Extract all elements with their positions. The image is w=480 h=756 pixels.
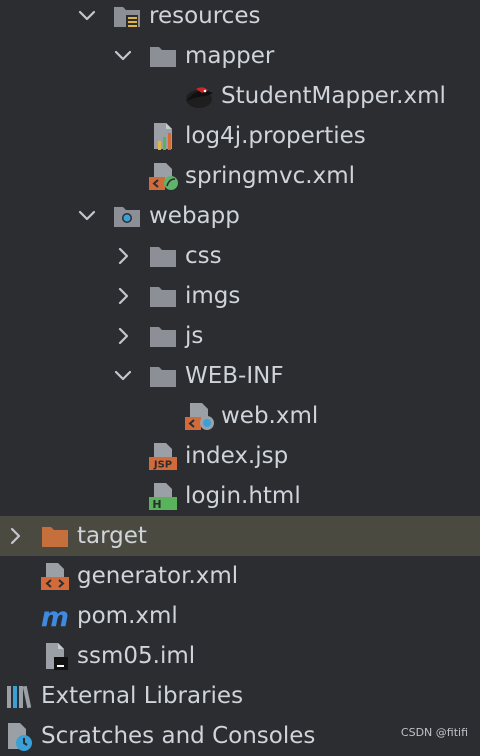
- web-folder-icon: [114, 207, 140, 227]
- tree-item-login-html[interactable]: H login.html: [0, 476, 480, 516]
- tree-item-webapp[interactable]: webapp: [0, 196, 480, 236]
- watermark: CSDN @fitifi: [400, 726, 468, 739]
- chevron-down-icon[interactable]: [111, 44, 135, 68]
- html-badge-text: H: [152, 498, 161, 511]
- web-xml-icon: [185, 403, 214, 430]
- chevron-down-icon[interactable]: [111, 364, 135, 388]
- tree-item-target[interactable]: target: [0, 516, 480, 556]
- tree-item-pom-xml[interactable]: m pom.xml: [0, 596, 480, 636]
- tree-item-imgs[interactable]: imgs: [0, 276, 480, 316]
- tree-item-external-libraries[interactable]: External Libraries: [0, 676, 480, 716]
- chevron-down-icon[interactable]: [75, 204, 99, 228]
- resources-folder-icon: [114, 7, 140, 28]
- mybatis-bird-icon: [186, 87, 213, 108]
- tree-item-label: StudentMapper.xml: [221, 83, 446, 109]
- tree-item-mapper[interactable]: mapper: [0, 36, 480, 76]
- tree-item-label: index.jsp: [185, 443, 289, 469]
- chevron-right-icon[interactable]: [111, 324, 135, 348]
- tree-item-generator-xml[interactable]: generator.xml: [0, 556, 480, 596]
- tree-item-ssm05-iml[interactable]: ssm05.iml: [0, 636, 480, 676]
- tree-item-label: js: [185, 323, 204, 349]
- tree-item-label: resources: [149, 3, 261, 29]
- excluded-folder-icon: [42, 527, 68, 547]
- tree-item-label: web.xml: [221, 403, 319, 429]
- folder-icon: [150, 47, 176, 67]
- chevron-down-icon[interactable]: [75, 4, 99, 28]
- chevron-right-icon[interactable]: [111, 284, 135, 308]
- tree-item-label: webapp: [149, 203, 240, 229]
- tree-item-label: pom.xml: [77, 603, 178, 629]
- folder-icon: [150, 327, 176, 347]
- tree-item-label: target: [77, 523, 147, 549]
- tree-item-label: generator.xml: [77, 563, 239, 589]
- tree-item-web-inf[interactable]: WEB-INF: [0, 356, 480, 396]
- chevron-right-icon[interactable]: [111, 244, 135, 268]
- chevron-right-icon[interactable]: [3, 524, 27, 548]
- tree-item-label: login.html: [185, 483, 301, 509]
- tree-item-label: ssm05.iml: [77, 643, 196, 669]
- module-file-icon: [46, 643, 68, 670]
- tree-item-label: springmvc.xml: [185, 163, 355, 189]
- tree-item-label: WEB-INF: [185, 363, 284, 389]
- jsp-file-icon: JSP: [149, 443, 177, 471]
- tree-item-js[interactable]: js: [0, 316, 480, 356]
- maven-letter: m: [41, 602, 69, 631]
- maven-icon: m: [41, 602, 69, 631]
- tree-item-label: imgs: [185, 283, 241, 309]
- tree-item-studentmapper-xml[interactable]: StudentMapper.xml: [0, 76, 480, 116]
- html-file-icon: H: [149, 483, 177, 511]
- tree-item-label: External Libraries: [41, 683, 244, 709]
- properties-file-icon: [154, 123, 172, 150]
- xml-file-icon: [41, 563, 69, 590]
- tree-item-css[interactable]: css: [0, 236, 480, 276]
- project-tree: resources mapper StudentMapper.xml log4j…: [0, 0, 480, 756]
- spring-xml-icon: [149, 163, 178, 190]
- tree-item-springmvc-xml[interactable]: springmvc.xml: [0, 156, 480, 196]
- folder-icon: [150, 287, 176, 307]
- libraries-icon: [7, 685, 32, 709]
- folder-icon: [150, 247, 176, 267]
- tree-item-label: mapper: [185, 43, 275, 69]
- tree-item-index-jsp[interactable]: JSP index.jsp: [0, 436, 480, 476]
- tree-item-label: log4j.properties: [185, 123, 366, 149]
- tree-item-label: Scratches and Consoles: [41, 723, 316, 749]
- jsp-badge-text: JSP: [153, 460, 172, 471]
- tree-item-resources[interactable]: resources: [0, 0, 480, 36]
- tree-item-web-xml[interactable]: web.xml: [0, 396, 480, 436]
- folder-icon: [150, 367, 176, 387]
- tree-item-label: css: [185, 243, 222, 269]
- tree-item-log4j-properties[interactable]: log4j.properties: [0, 116, 480, 156]
